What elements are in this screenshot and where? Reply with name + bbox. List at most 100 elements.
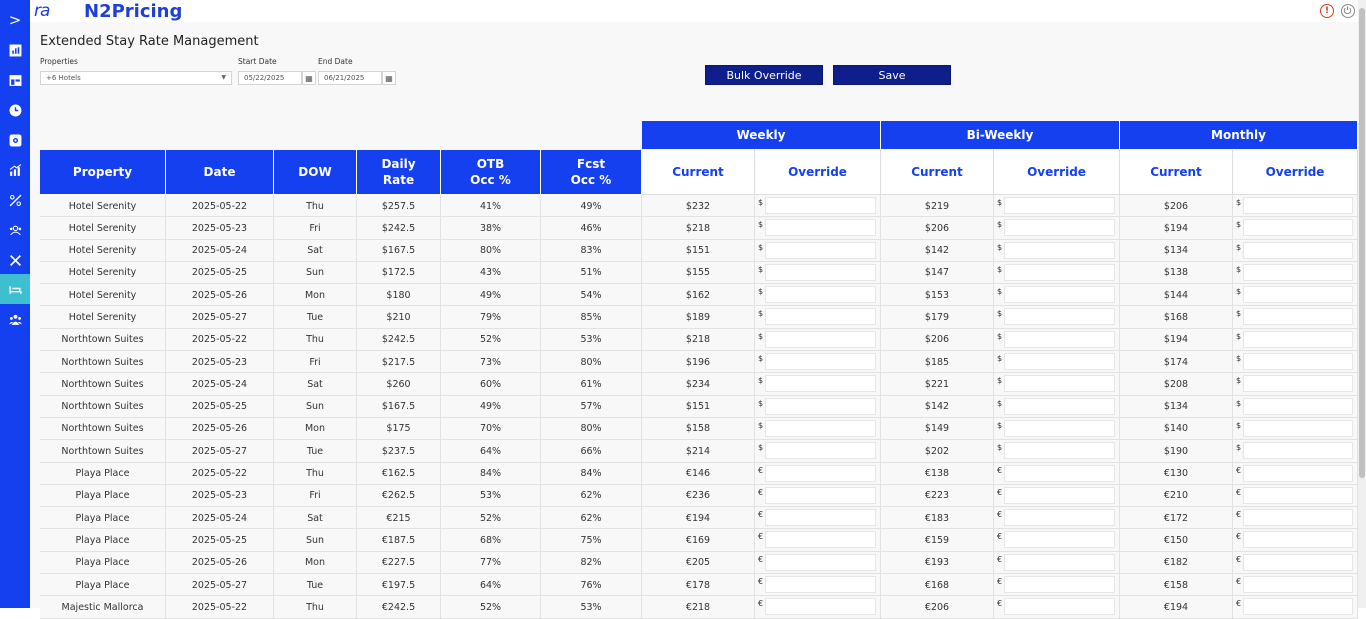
override-input[interactable] — [1004, 375, 1115, 393]
currency-symbol: $ — [997, 420, 1003, 430]
column-header-otb-occ[interactable]: OTB Occ % — [441, 150, 541, 194]
start-date-input[interactable]: 05/22/2025 — [238, 71, 302, 85]
calendar-icon[interactable]: ▦ — [302, 71, 316, 85]
override-input[interactable] — [1243, 442, 1353, 460]
properties-select[interactable]: +6 Hotels ▼ — [40, 71, 232, 85]
override-input[interactable] — [765, 598, 876, 616]
override-input[interactable] — [1004, 598, 1115, 616]
override-input[interactable] — [765, 509, 876, 527]
expand-sidebar-icon[interactable]: > — [0, 6, 30, 34]
override-input[interactable] — [1004, 353, 1115, 371]
gear-box-icon[interactable] — [0, 126, 30, 154]
end-date-label: End Date — [318, 57, 353, 66]
bed-icon[interactable] — [0, 274, 30, 304]
chart-icon[interactable] — [0, 36, 30, 64]
alert-icon[interactable]: ! — [1320, 4, 1334, 18]
group-icon[interactable] — [0, 216, 30, 244]
override-input[interactable] — [1243, 397, 1353, 415]
bar-chart-icon[interactable] — [0, 156, 30, 184]
column-header-property[interactable]: Property — [40, 150, 166, 194]
table-row: Playa Place 2025-05-25 Sun €187.5 68% 75% €169… — [40, 529, 1358, 552]
percent-icon[interactable] — [0, 186, 30, 214]
layout-icon[interactable] — [0, 66, 30, 94]
override-input[interactable] — [1004, 464, 1115, 482]
override-input[interactable] — [765, 442, 876, 460]
save-button[interactable]: Save — [833, 65, 951, 85]
override-input[interactable] — [765, 308, 876, 326]
override-input[interactable] — [1004, 197, 1115, 214]
app-title: N2Pricing — [84, 1, 183, 22]
override-input[interactable] — [765, 241, 876, 259]
override-input[interactable] — [765, 486, 876, 504]
override-input[interactable] — [1004, 442, 1115, 460]
override-input[interactable] — [765, 197, 876, 214]
override-cell: $ — [1233, 306, 1358, 329]
override-input[interactable] — [1243, 286, 1353, 304]
override-input[interactable] — [1243, 197, 1353, 214]
power-icon[interactable] — [1341, 4, 1355, 18]
cell-dow: Tue — [274, 306, 357, 329]
override-cell: $ — [755, 284, 881, 307]
override-input[interactable] — [1004, 419, 1115, 437]
override-input[interactable] — [1004, 330, 1115, 348]
override-input[interactable] — [1243, 330, 1353, 348]
people-icon[interactable] — [0, 305, 30, 333]
vertical-scrollbar[interactable] — [1358, 0, 1366, 608]
cell-w: €146 — [642, 462, 755, 485]
override-input[interactable] — [1243, 553, 1353, 571]
column-header-daily-rate[interactable]: Daily Rate — [357, 150, 441, 194]
calendar-icon[interactable]: ▦ — [382, 71, 396, 85]
override-input[interactable] — [1243, 241, 1353, 259]
override-input[interactable] — [1004, 553, 1115, 571]
override-input[interactable] — [765, 397, 876, 415]
override-input[interactable] — [1004, 576, 1115, 594]
tools-icon[interactable] — [0, 246, 30, 274]
override-input[interactable] — [1243, 419, 1353, 437]
override-input[interactable] — [1243, 531, 1353, 549]
override-input[interactable] — [765, 219, 876, 237]
override-input[interactable] — [1243, 576, 1353, 594]
scrollbar-thumb[interactable] — [1359, 8, 1365, 478]
override-input[interactable] — [765, 286, 876, 304]
bulk-override-button[interactable]: Bulk Override — [705, 65, 823, 85]
table-row: Hotel Serenity 2025-05-25 Sun $172.5 43% 51% $… — [40, 261, 1358, 285]
clock-icon[interactable] — [0, 96, 30, 124]
override-input[interactable] — [765, 263, 876, 281]
override-input[interactable] — [765, 576, 876, 594]
column-header-dow[interactable]: DOW — [274, 150, 357, 194]
cell-fcst: 80% — [541, 417, 642, 440]
override-input[interactable] — [1004, 308, 1115, 326]
override-cell: $ — [755, 440, 881, 463]
override-input[interactable] — [1243, 263, 1353, 281]
override-input[interactable] — [1004, 531, 1115, 549]
override-input[interactable] — [1004, 286, 1115, 304]
override-input[interactable] — [1243, 598, 1353, 616]
override-input[interactable] — [765, 330, 876, 348]
override-input[interactable] — [1004, 263, 1115, 281]
override-input[interactable] — [1243, 486, 1353, 504]
currency-symbol: € — [758, 465, 764, 475]
override-input[interactable] — [1243, 353, 1353, 371]
override-input[interactable] — [765, 353, 876, 371]
override-input[interactable] — [1243, 464, 1353, 482]
override-input[interactable] — [1004, 219, 1115, 237]
override-input[interactable] — [1243, 509, 1353, 527]
override-input[interactable] — [1004, 397, 1115, 415]
override-input[interactable] — [765, 531, 876, 549]
end-date-input[interactable]: 06/21/2025 — [318, 71, 382, 85]
override-input[interactable] — [765, 464, 876, 482]
override-input[interactable] — [1004, 509, 1115, 527]
override-input[interactable] — [1243, 219, 1353, 237]
override-input[interactable] — [1243, 375, 1353, 393]
override-input[interactable] — [765, 419, 876, 437]
cell-property: Northtown Suites — [40, 351, 166, 374]
override-input[interactable] — [1004, 241, 1115, 259]
column-header-fcst-occ[interactable]: Fcst Occ % — [541, 150, 642, 194]
override-input[interactable] — [1004, 486, 1115, 504]
override-input[interactable] — [765, 375, 876, 393]
override-input[interactable] — [765, 553, 876, 571]
column-header-date[interactable]: Date — [166, 150, 274, 194]
override-input[interactable] — [1243, 308, 1353, 326]
brand-logo: ra — [34, 1, 50, 21]
cell-property: Hotel Serenity — [40, 217, 166, 240]
